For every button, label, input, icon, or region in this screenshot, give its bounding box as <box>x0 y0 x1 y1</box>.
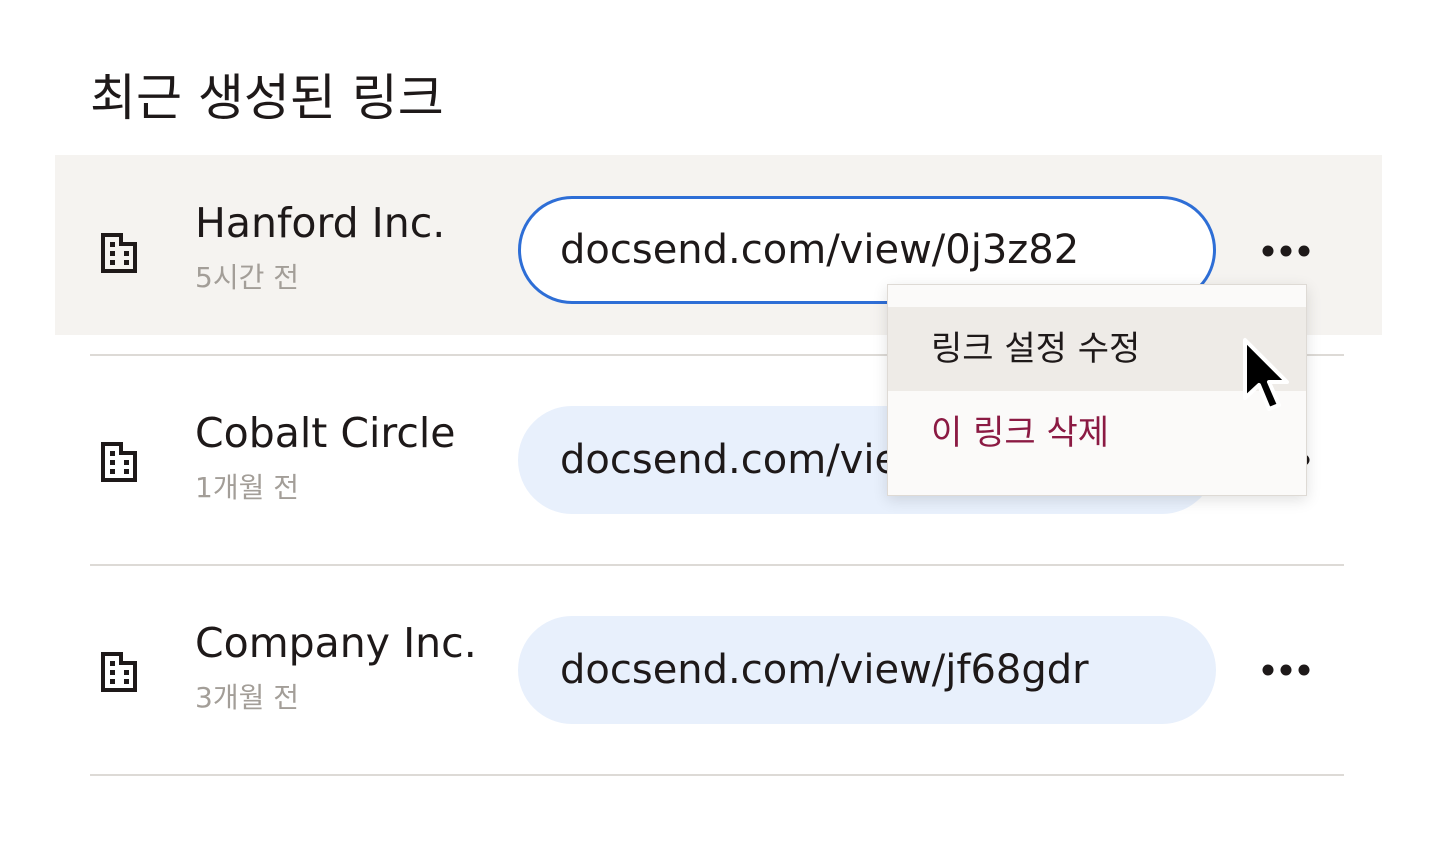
link-url-field[interactable]: docsend.com/view/jf68gdr <box>518 616 1216 724</box>
created-time: 5시간 전 <box>195 261 299 294</box>
building-icon <box>101 652 137 692</box>
company-name: Hanford Inc. <box>195 199 446 247</box>
building-icon <box>101 233 137 273</box>
link-row-company[interactable]: Company Inc. 3개월 전 docsend.com/view/jf68… <box>0 565 1440 775</box>
more-options-button[interactable] <box>1258 236 1314 266</box>
created-time: 1개월 전 <box>195 471 299 504</box>
building-icon <box>101 442 137 482</box>
row-divider <box>90 774 1344 776</box>
link-url-text: docsend.com/view/0j3z82 <box>560 227 1080 273</box>
mouse-pointer-icon <box>1243 338 1289 411</box>
company-name: Company Inc. <box>195 619 477 667</box>
link-url-text: docsend.com/view/jf68gdr <box>560 647 1089 693</box>
company-name: Cobalt Circle <box>195 409 456 457</box>
page-title: 최근 생성된 링크 <box>90 69 444 127</box>
more-options-button[interactable] <box>1258 655 1314 685</box>
created-time: 3개월 전 <box>195 681 299 714</box>
